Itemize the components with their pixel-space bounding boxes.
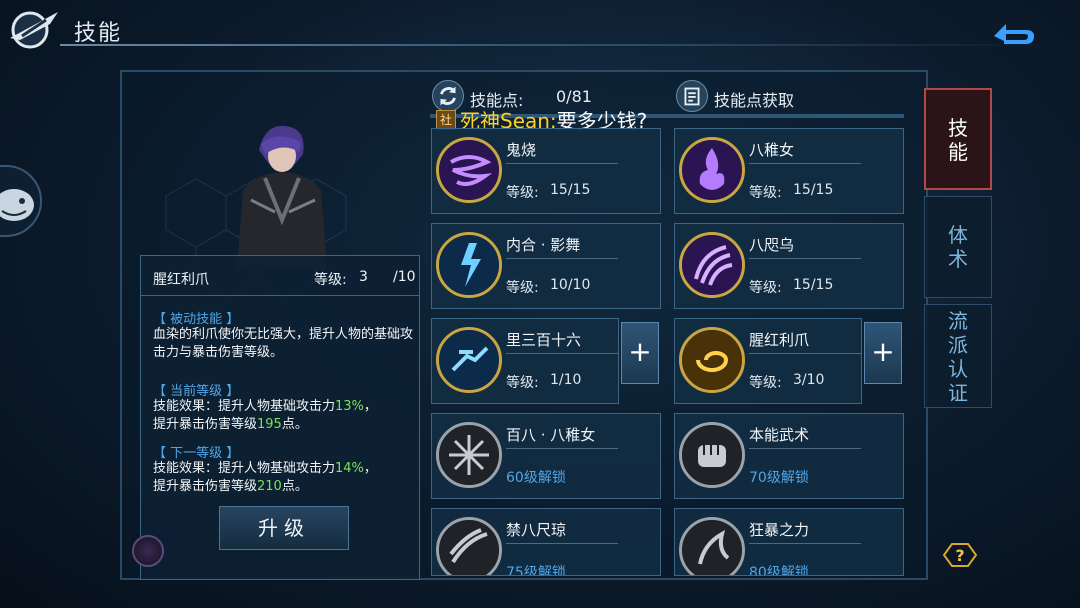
skill-card[interactable]: 里三百十六 等级: 1/10	[431, 318, 619, 404]
obtain-skill-points-link[interactable]: 技能点获取	[714, 87, 794, 111]
purple-flame-icon	[679, 137, 745, 203]
slash-icon	[436, 517, 502, 575]
tab-martial-arts[interactable]: 体术	[924, 196, 992, 298]
skill-card[interactable]: 腥红利爪 等级: 3/10	[674, 318, 862, 404]
page-title: 技能	[74, 21, 123, 46]
next-attack-bonus: 14%	[335, 461, 364, 476]
purple-vortex-icon	[436, 137, 502, 203]
help-icon[interactable]: ?	[940, 540, 980, 570]
skill-card[interactable]: 本能武术 70级解锁	[674, 413, 904, 499]
current-level-heading: 【 当前等级 】	[153, 384, 240, 399]
fist-icon	[679, 422, 745, 488]
current-attack-bonus: 13%	[335, 399, 364, 414]
skill-detail-header: 腥红利爪 等级: 3 /10	[141, 256, 419, 296]
tab-skills[interactable]: 技能	[924, 88, 992, 190]
rage-icon	[679, 517, 745, 575]
skill-card[interactable]: 八稚女 等级: 15/15	[674, 128, 904, 214]
selected-skill-level-max: /10	[393, 269, 416, 285]
skill-points-value: 0/81	[556, 87, 592, 106]
title-divider	[60, 44, 1060, 46]
skill-card[interactable]: 内合 · 影舞 等级: 10/10	[431, 223, 661, 309]
skill-card[interactable]: 八咫乌 等级: 15/15	[674, 223, 904, 309]
skill-card[interactable]: 鬼烧 等级: 15/15	[431, 128, 661, 214]
upgrade-plus-button[interactable]: +	[864, 322, 902, 384]
guild-badge: 社	[436, 109, 456, 130]
tab-school-certification[interactable]: 流派认证	[924, 304, 992, 408]
next-crit-bonus: 210	[257, 479, 282, 494]
burst-icon	[436, 422, 502, 488]
current-crit-bonus: 195	[257, 417, 282, 432]
back-arrow-icon[interactable]	[990, 14, 1038, 50]
svg-text:?: ?	[955, 546, 964, 565]
passive-skill-heading: 【 被动技能 】	[153, 312, 240, 327]
upgrade-button[interactable]: 升级	[219, 506, 349, 550]
skill-card[interactable]: 狂暴之力 80级解锁	[674, 508, 904, 576]
next-level-effect: 技能效果：提升人物基础攻击力14%， 提升暴击伤害等级210点。	[153, 461, 377, 494]
blue-lightning-icon	[436, 232, 502, 298]
gold-swirl-icon	[679, 327, 745, 393]
selected-skill-level-label: 等级:	[314, 272, 347, 288]
skill-emblem-icon	[10, 11, 58, 49]
selected-skill-level-value: 3	[359, 269, 368, 285]
side-avatar-button[interactable]	[0, 165, 42, 237]
skill-card[interactable]: 百八 · 八稚女 60级解锁	[431, 413, 661, 499]
upgrade-plus-button[interactable]: +	[621, 322, 659, 384]
pet-avatar-icon	[0, 189, 34, 221]
skill-points-source-icon[interactable]	[676, 80, 708, 112]
dash-icon	[436, 327, 502, 393]
skill-detail-panel: 腥红利爪 等级: 3 /10 【 被动技能 】 血染的利爪使你无比强大，提升人物…	[140, 255, 420, 580]
selected-skill-name: 腥红利爪	[153, 272, 209, 288]
passive-skill-description: 血染的利爪使你无比强大，提升人物的基础攻击力与暴击伤害等级。	[153, 327, 414, 360]
top-bar: 技能	[0, 0, 1080, 56]
character-portrait	[237, 125, 327, 270]
next-level-heading: 【 下一等级 】	[153, 446, 240, 461]
current-level-effect: 技能效果：提升人物基础攻击力13%， 提升暴击伤害等级195点。	[153, 399, 377, 432]
orb-icon[interactable]	[132, 535, 164, 567]
purple-claw-icon	[679, 232, 745, 298]
skill-card[interactable]: 禁八尺琼 75级解锁	[431, 508, 661, 576]
